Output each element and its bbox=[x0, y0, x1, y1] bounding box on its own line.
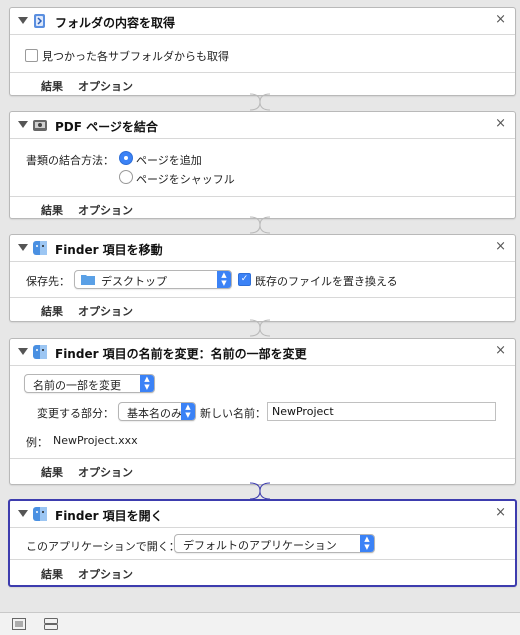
action-title: Finder 項目を開く bbox=[55, 509, 163, 523]
action-header: フォルダの内容を取得 × bbox=[10, 8, 515, 34]
connector-icon bbox=[250, 319, 270, 337]
part-value: 基本名のみ bbox=[127, 407, 182, 420]
finder-icon bbox=[33, 507, 47, 521]
divider bbox=[10, 261, 515, 262]
disclosure-triangle-icon[interactable] bbox=[18, 348, 28, 355]
new-name-field[interactable]: NewProject bbox=[267, 402, 496, 421]
folder-icon bbox=[81, 275, 95, 285]
tab-options[interactable]: オプション bbox=[78, 464, 133, 480]
chevron-updown-icon: ▲ ▼ bbox=[360, 535, 374, 552]
chevron-updown-icon: ▲ ▼ bbox=[217, 271, 231, 288]
divider bbox=[10, 297, 515, 298]
action-title: Finder 項目の名前を変更：名前の一部を変更 bbox=[55, 347, 307, 361]
new-name-label: 新しい名前： bbox=[200, 407, 266, 420]
subfolders-checkbox[interactable] bbox=[25, 49, 38, 62]
tab-options[interactable]: オプション bbox=[78, 303, 133, 319]
action-move-finder-items[interactable]: Finder 項目を移動 × 保存先： デスクトップ ▲ ▼ ✓ 既存のファイルを… bbox=[9, 234, 516, 322]
tab-options[interactable]: オプション bbox=[78, 202, 133, 218]
replace-checkbox[interactable]: ✓ bbox=[238, 273, 251, 286]
app-popup[interactable]: デフォルトのアプリケーション ▲ ▼ bbox=[174, 534, 375, 553]
disclosure-triangle-icon[interactable] bbox=[18, 121, 28, 128]
replace-label: 既存のファイルを置き換える bbox=[255, 275, 398, 288]
rename-mode-value: 名前の一部を変更 bbox=[33, 379, 121, 392]
new-name-value: NewProject bbox=[272, 405, 334, 418]
divider bbox=[10, 72, 515, 73]
chevron-updown-icon: ▲ ▼ bbox=[181, 403, 195, 420]
close-icon[interactable]: × bbox=[495, 343, 506, 358]
divider bbox=[10, 196, 515, 197]
connector-icon bbox=[250, 216, 270, 234]
connector-icon bbox=[250, 482, 270, 500]
divider bbox=[10, 138, 515, 139]
example-label: 例： bbox=[26, 436, 48, 449]
app-value: デフォルトのアプリケーション bbox=[183, 539, 337, 552]
action-title: フォルダの内容を取得 bbox=[55, 16, 176, 30]
action-title: Finder 項目を移動 bbox=[55, 243, 163, 257]
action-open-finder-items[interactable]: Finder 項目を開く × このアプリケーションで開く： デフォルトのアプリケ… bbox=[8, 499, 517, 587]
part-label: 変更する部分： bbox=[37, 407, 114, 420]
tab-options[interactable]: オプション bbox=[78, 78, 133, 94]
action-header: Finder 項目を移動 × bbox=[10, 235, 515, 261]
action-get-folder-contents[interactable]: フォルダの内容を取得 × 見つかった各サブフォルダからも取得 結果 オプション bbox=[9, 7, 516, 96]
finder-icon bbox=[33, 345, 47, 359]
radio-append-pages[interactable] bbox=[119, 151, 133, 165]
close-icon[interactable]: × bbox=[495, 12, 506, 27]
radio-append-label: ページを追加 bbox=[136, 154, 202, 167]
list-view-icon[interactable] bbox=[12, 618, 26, 630]
destination-popup[interactable]: デスクトップ ▲ ▼ bbox=[74, 270, 232, 289]
finder-icon bbox=[33, 241, 47, 255]
tab-results[interactable]: 結果 bbox=[41, 78, 63, 94]
tab-results[interactable]: 結果 bbox=[41, 566, 63, 582]
combine-label: 書類の結合方法： bbox=[26, 154, 114, 167]
open-with-label: このアプリケーションで開く： bbox=[26, 540, 180, 553]
disclosure-triangle-icon[interactable] bbox=[18, 510, 28, 517]
connector-icon bbox=[250, 93, 270, 111]
divider bbox=[10, 34, 515, 35]
automator-icon bbox=[34, 14, 45, 28]
example-value: NewProject.xxx bbox=[53, 434, 138, 447]
pdf-icon bbox=[33, 120, 47, 131]
tab-results[interactable]: 結果 bbox=[41, 303, 63, 319]
destination-value: デスクトップ bbox=[101, 275, 167, 288]
action-header: Finder 項目を開く × bbox=[10, 501, 515, 527]
split-view-icon[interactable] bbox=[44, 618, 58, 630]
action-rename-finder-items[interactable]: Finder 項目の名前を変更：名前の一部を変更 × 名前の一部を変更 ▲ ▼ 変… bbox=[9, 338, 516, 485]
radio-shuffle-label: ページをシャッフル bbox=[136, 173, 235, 186]
divider bbox=[10, 458, 515, 459]
chevron-updown-icon: ▲ ▼ bbox=[140, 375, 154, 392]
tab-results[interactable]: 結果 bbox=[41, 202, 63, 218]
bottom-toolbar bbox=[0, 612, 520, 635]
tab-results[interactable]: 結果 bbox=[41, 464, 63, 480]
close-icon[interactable]: × bbox=[495, 116, 506, 131]
radio-shuffle-pages[interactable] bbox=[119, 170, 133, 184]
action-header: PDF ページを結合 × bbox=[10, 112, 515, 138]
workflow-area: フォルダの内容を取得 × 見つかった各サブフォルダからも取得 結果 オプション … bbox=[0, 0, 520, 612]
part-popup[interactable]: 基本名のみ ▲ ▼ bbox=[118, 402, 196, 421]
tab-options[interactable]: オプション bbox=[78, 566, 133, 582]
action-header: Finder 項目の名前を変更：名前の一部を変更 × bbox=[10, 339, 515, 365]
rename-mode-popup[interactable]: 名前の一部を変更 ▲ ▼ bbox=[24, 374, 155, 393]
action-title: PDF ページを結合 bbox=[55, 120, 158, 134]
close-icon[interactable]: × bbox=[495, 239, 506, 254]
divider bbox=[10, 559, 515, 560]
save-to-label: 保存先： bbox=[26, 275, 70, 288]
close-icon[interactable]: × bbox=[495, 505, 506, 520]
disclosure-triangle-icon[interactable] bbox=[18, 244, 28, 251]
subfolders-label: 見つかった各サブフォルダからも取得 bbox=[42, 50, 229, 63]
action-combine-pdf-pages[interactable]: PDF ページを結合 × 書類の結合方法： ページを追加 ページをシャッフル 結… bbox=[9, 111, 516, 219]
divider bbox=[10, 365, 515, 366]
disclosure-triangle-icon[interactable] bbox=[18, 17, 28, 24]
divider bbox=[10, 527, 515, 528]
